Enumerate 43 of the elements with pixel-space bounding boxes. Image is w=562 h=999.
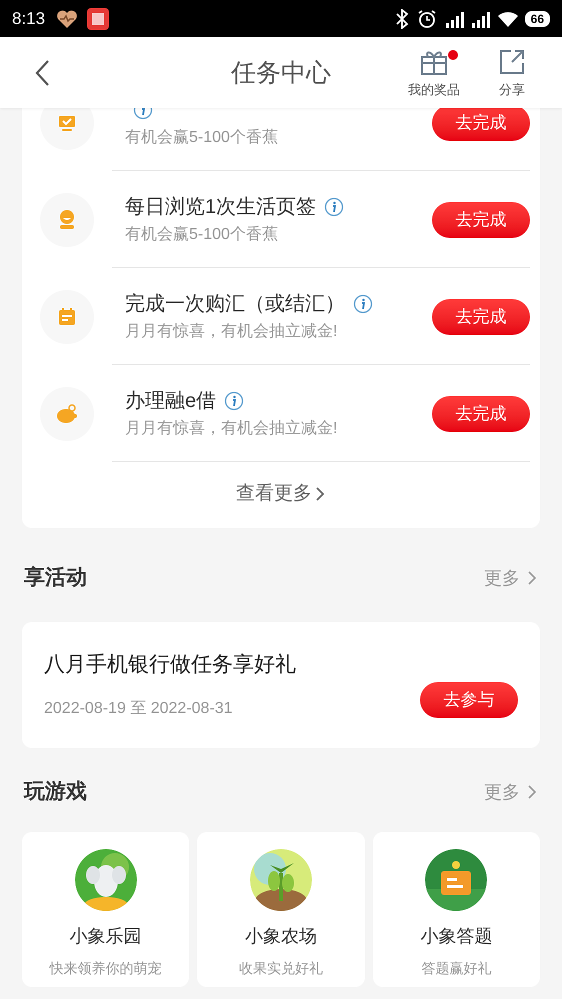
chevron-right-icon: [526, 569, 538, 587]
chevron-right-icon: [314, 485, 326, 503]
more-link[interactable]: 更多: [484, 564, 538, 592]
task-subtitle: 月月有惊喜，有机会抽立减金!: [125, 322, 338, 342]
alarm-icon: [416, 8, 437, 28]
info-icon[interactable]: [224, 390, 244, 410]
heart-icon: [55, 8, 80, 30]
game-subtitle: 快来领养你的萌宠: [50, 959, 162, 978]
header-action-button[interactable]: 分享: [480, 48, 544, 100]
task-title: 完成一次购汇（或结汇）: [125, 292, 345, 316]
clock: 8:13: [12, 8, 46, 30]
activity-dates: 2022-08-19 至 2022-08-31: [44, 698, 234, 719]
more-link[interactable]: 更多: [484, 778, 538, 806]
info-icon[interactable]: [324, 196, 344, 216]
share-icon: [498, 48, 526, 76]
task-subtitle: 月月有惊喜，有机会抽立减金!: [125, 418, 338, 438]
task-title: 每日浏览1次生活页签: [125, 194, 316, 220]
task-subtitle: 有机会赢5-100个香蕉: [125, 224, 279, 244]
header-action-button[interactable]: 我的奖品: [402, 48, 466, 100]
game-title: 小象农场: [244, 925, 317, 948]
complete-button[interactable]: 去完成: [432, 396, 530, 432]
activity-title: 八月手机银行做任务享好礼: [44, 652, 297, 678]
join-button[interactable]: 去参与: [420, 682, 518, 718]
app-icon: [87, 8, 110, 30]
chevron-right-icon: [526, 783, 538, 801]
game-subtitle: 答题赢好礼: [421, 959, 492, 978]
task-title: 办理融e借: [125, 388, 216, 414]
bluetooth-icon: [394, 8, 409, 28]
battery-indicator: 66: [524, 10, 550, 26]
page-title: 任务中心: [231, 58, 331, 89]
back-icon[interactable]: [34, 58, 52, 88]
see-more-link[interactable]: 查看更多: [22, 462, 540, 526]
complete-button[interactable]: 去完成: [432, 108, 530, 140]
game-subtitle: 收果实兑好礼: [238, 959, 323, 978]
wifi-icon: [496, 10, 519, 28]
section-title: 享活动: [24, 564, 87, 592]
task-subtitle: 有机会赢5-100个香蕉: [125, 128, 279, 148]
info-icon[interactable]: [353, 294, 373, 314]
section-title: 玩游戏: [24, 779, 87, 806]
game-title: 小象乐园: [70, 925, 142, 948]
complete-button[interactable]: 去完成: [432, 202, 530, 238]
complete-button[interactable]: 去完成: [432, 298, 530, 334]
game-title: 小象答题: [420, 925, 492, 948]
